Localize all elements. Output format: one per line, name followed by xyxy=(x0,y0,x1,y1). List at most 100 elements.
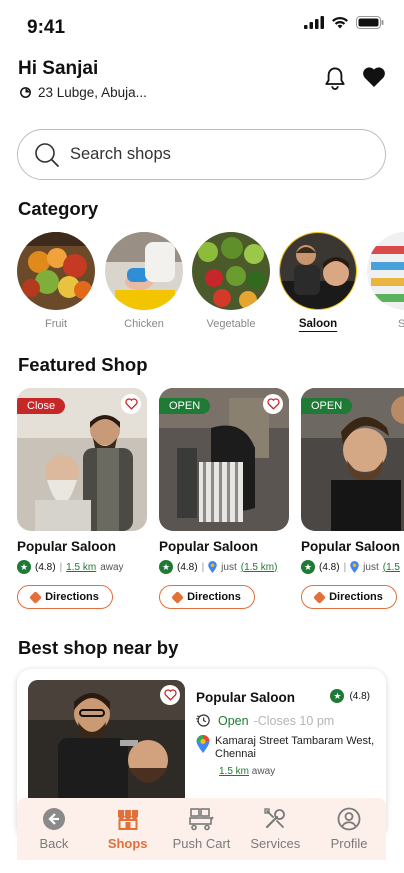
closing-time: -Closes 10 pm xyxy=(253,713,335,728)
directions-button[interactable]: Directions xyxy=(159,585,255,609)
heart-outline-icon xyxy=(266,398,280,410)
shop-image: Close xyxy=(17,388,147,531)
favorite-button[interactable] xyxy=(160,685,180,705)
push-cart-icon xyxy=(189,808,215,831)
distance-suffix: away xyxy=(100,561,124,573)
shop-meta: ★ (4.8) | 1.5 km away xyxy=(17,560,147,574)
shop-hours: Open -Closes 10 pm xyxy=(196,713,334,728)
featured-title: Featured Shop xyxy=(18,354,148,375)
nav-profile[interactable]: Profile xyxy=(313,807,385,851)
category-label: Vegetable xyxy=(206,318,256,330)
star-icon: ★ xyxy=(159,560,173,574)
category-list: Fruit Chicken Vegetable Saloon Sal xyxy=(17,232,404,332)
shop-image: OPEN xyxy=(159,388,289,531)
status-bar: 9:41 xyxy=(0,0,404,52)
shop-address: Kamaraj Street Tambaram West, Chennai xyxy=(215,735,375,760)
shop-rating: (4.8) xyxy=(349,690,370,702)
bottom-nav: Back Shops Push Cart Services Profile xyxy=(17,798,386,860)
shop-name: Popular Saloon xyxy=(196,690,296,705)
shop-icon xyxy=(117,810,138,830)
location-pin-icon xyxy=(20,87,31,98)
category-label: Chicken xyxy=(124,318,164,330)
nav-label: Shops xyxy=(107,836,148,851)
shop-name: Popular Saloon xyxy=(301,539,401,554)
category-label: Saloon xyxy=(298,318,338,330)
star-icon: ★ xyxy=(301,560,315,574)
favorite-button[interactable] xyxy=(263,394,283,414)
favorite-button[interactable] xyxy=(121,394,141,414)
category-item-chicken[interactable]: Chicken xyxy=(105,232,183,330)
heart-outline-icon xyxy=(124,398,138,410)
header-actions xyxy=(324,66,386,91)
directions-button[interactable]: Directions xyxy=(17,585,113,609)
featured-shop-card[interactable]: OPEN Popular Saloon ★ (4.8) | just (1.5 … xyxy=(159,388,289,609)
shop-image: OPEN xyxy=(301,388,404,531)
nav-push-cart[interactable]: Push Cart xyxy=(165,807,237,851)
map-pin-icon xyxy=(350,561,359,573)
shop-distance-row: 1.5 km away xyxy=(219,766,275,777)
directions-label: Directions xyxy=(187,591,241,603)
category-item-vegetable[interactable]: Vegetable xyxy=(192,232,270,330)
star-icon: ★ xyxy=(330,689,345,703)
shop-rating: (4.8) xyxy=(319,561,340,573)
location-selector[interactable]: 23 Lubge, Abuja... xyxy=(18,85,147,100)
tools-icon xyxy=(264,808,286,829)
map-pin-icon xyxy=(208,561,217,573)
nav-label: Services xyxy=(250,836,301,851)
status-badge: OPEN xyxy=(301,398,353,414)
featured-list: Close Popular Saloon ★ (4.8) | 1.5 km aw… xyxy=(17,388,404,613)
shop-rating-group: ★ (4.8) xyxy=(330,689,370,703)
bell-icon[interactable] xyxy=(324,66,346,91)
directions-button[interactable]: Directions xyxy=(301,585,397,609)
star-icon: ★ xyxy=(17,560,31,574)
category-item-saloon[interactable]: Saloon xyxy=(279,232,357,330)
open-status: Open xyxy=(218,713,249,728)
directions-label: Directions xyxy=(329,591,383,603)
heart-outline-icon xyxy=(163,689,177,701)
status-icons xyxy=(304,16,384,29)
greeting-title: Hi Sanjai xyxy=(18,58,99,79)
search-input[interactable]: Search shops xyxy=(70,145,171,164)
saloon-image xyxy=(279,232,357,310)
shop-image xyxy=(28,680,185,810)
back-arrow-icon xyxy=(42,808,65,830)
fruit-image xyxy=(17,232,95,310)
directions-label: Directions xyxy=(45,591,99,603)
store-image xyxy=(367,232,404,310)
directions-icon xyxy=(313,590,326,604)
status-badge: OPEN xyxy=(159,398,211,414)
status-badge: Close xyxy=(17,398,66,414)
shop-name: Popular Saloon xyxy=(17,539,117,554)
search-icon xyxy=(35,142,59,167)
shop-rating: (4.8) xyxy=(35,561,56,573)
nav-label: Back xyxy=(39,836,69,851)
wifi-icon xyxy=(332,16,348,29)
shop-meta: ★ (4.8) | just (1.5 km) xyxy=(159,560,289,574)
shop-name: Popular Saloon xyxy=(159,539,259,554)
nav-services[interactable]: Services xyxy=(239,807,311,851)
featured-shop-card[interactable]: Close Popular Saloon ★ (4.8) | 1.5 km aw… xyxy=(17,388,147,609)
category-label: Sal xyxy=(398,318,404,330)
location-text: 23 Lubge, Abuja... xyxy=(38,85,147,100)
nav-shops[interactable]: Shops xyxy=(92,807,164,851)
chicken-image xyxy=(105,232,183,310)
distance-prefix: just xyxy=(363,561,379,573)
battery-icon xyxy=(356,16,384,29)
distance-prefix: just xyxy=(221,561,237,573)
shop-rating: (4.8) xyxy=(177,561,198,573)
map-pin-icon xyxy=(196,735,210,753)
category-item-fruit[interactable]: Fruit xyxy=(17,232,95,330)
signal-icon xyxy=(304,16,324,29)
shop-distance: 1.5 km xyxy=(219,766,250,777)
category-item-partial[interactable]: Sal xyxy=(367,232,404,330)
heart-icon[interactable] xyxy=(362,66,386,88)
vegetable-image xyxy=(192,232,270,310)
search-bar[interactable]: Search shops xyxy=(17,129,386,180)
category-label: Fruit xyxy=(45,318,67,330)
nav-back[interactable]: Back xyxy=(18,807,90,851)
nav-label: Profile xyxy=(330,836,368,851)
shop-distance: (1.5 xyxy=(382,561,400,573)
clock-icon xyxy=(196,714,210,727)
featured-shop-card[interactable]: OPEN Popular Saloon ★ (4.8) | just (1.5 … xyxy=(301,388,404,609)
status-time: 9:41 xyxy=(27,17,66,38)
